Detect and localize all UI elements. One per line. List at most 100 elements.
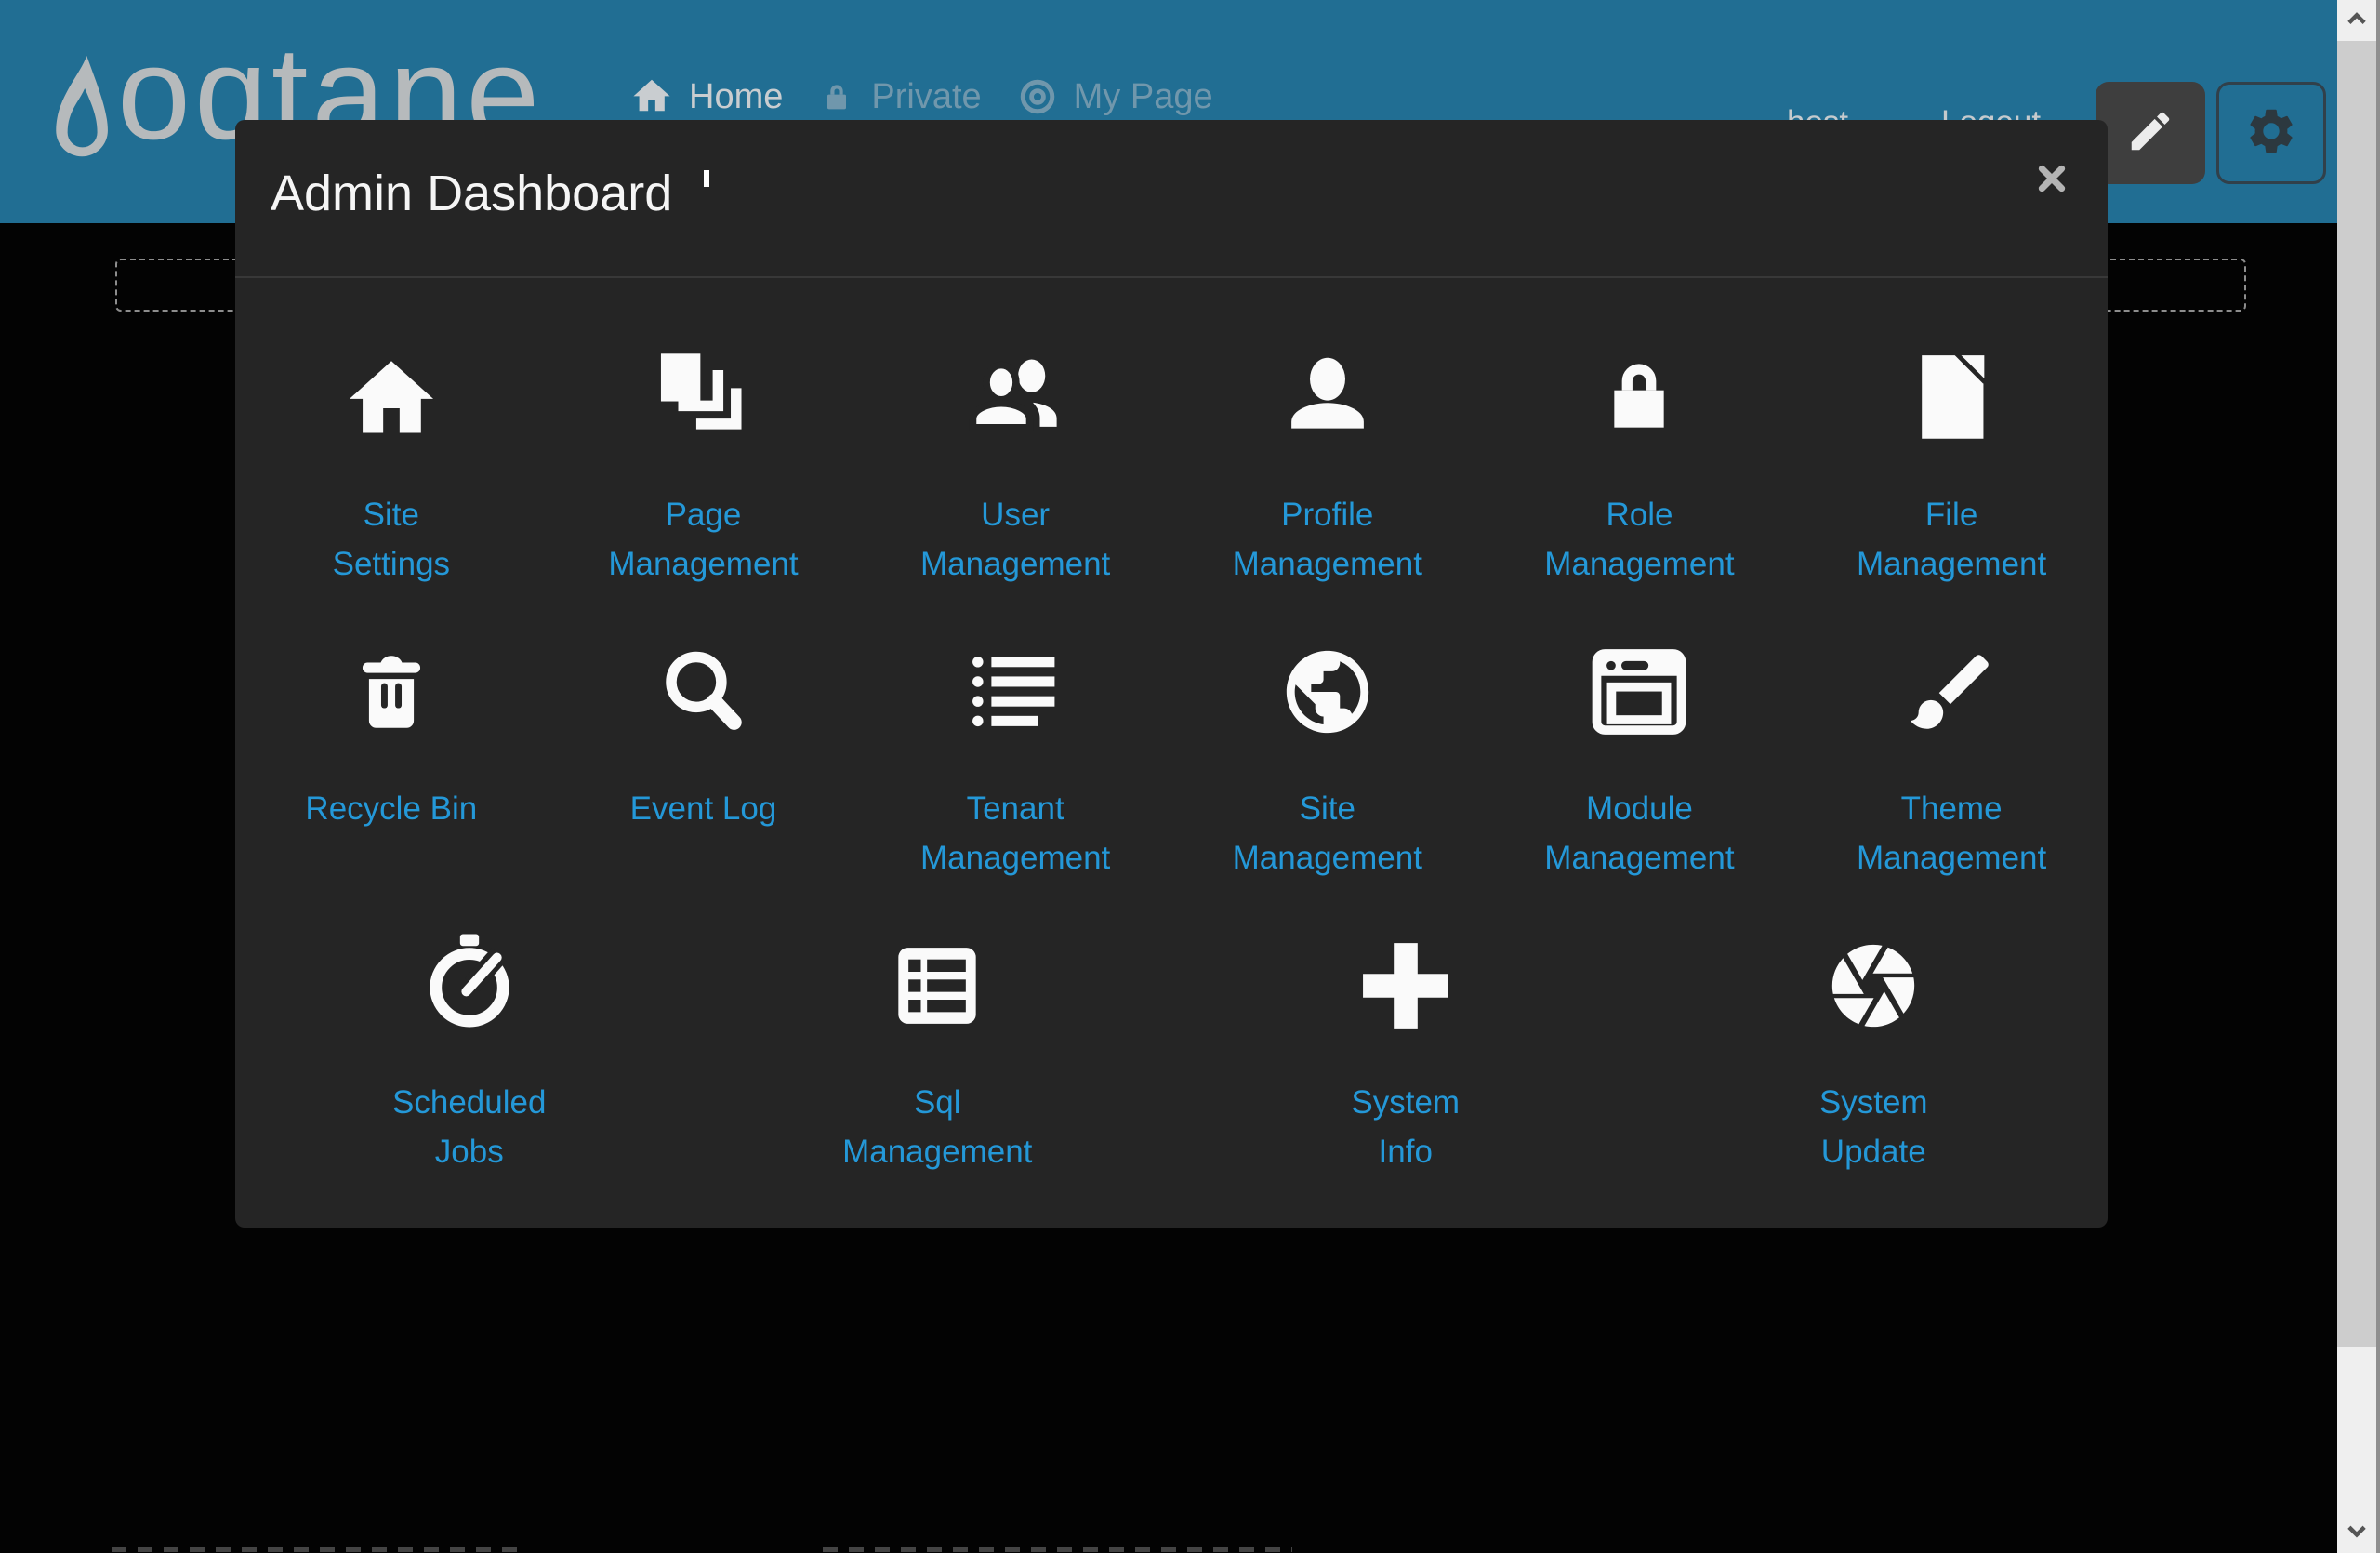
tile-label-line: Site xyxy=(333,490,450,539)
page-settings-button[interactable] xyxy=(2216,82,2326,184)
admin-tile-profile-management[interactable]: ProfileManagement xyxy=(1171,349,1484,589)
tile-label-line: Management xyxy=(920,833,1110,883)
tile-label-line: Module xyxy=(1544,784,1734,833)
nav-item-private[interactable]: Private xyxy=(818,77,981,117)
admin-tile-role-management[interactable]: RoleManagement xyxy=(1484,349,1796,589)
tile-row: Recycle BinEvent LogTenantManagementSite… xyxy=(235,643,2108,883)
tile-label-line: Management xyxy=(920,539,1110,589)
tile-label: PageManagement xyxy=(608,490,798,589)
vertical-scrollbar[interactable] xyxy=(2337,0,2380,1553)
tile-label-line: Info xyxy=(1351,1127,1460,1176)
admin-tile-site-management[interactable]: SiteManagement xyxy=(1171,643,1484,883)
tile-label-line: Management xyxy=(1857,833,2046,883)
admin-tile-file-management[interactable]: FileManagement xyxy=(1795,349,2108,589)
window-icon xyxy=(1590,643,1688,741)
admin-dashboard-modal: Admin Dashboard SiteSettingsPageManageme… xyxy=(235,120,2108,1228)
tile-label-line: Theme xyxy=(1857,784,2046,833)
tile-label-line: Management xyxy=(842,1127,1032,1176)
modal-header: Admin Dashboard xyxy=(235,120,2108,278)
brush-icon xyxy=(1902,643,2001,741)
search-icon xyxy=(654,643,752,741)
tile-label: SystemUpdate xyxy=(1819,1078,1928,1176)
tile-label-line: Page xyxy=(608,490,798,539)
tile-label-line: Recycle Bin xyxy=(305,784,477,833)
plus-icon xyxy=(1356,936,1455,1035)
scroll-up-button[interactable] xyxy=(2337,0,2376,41)
nav-menu: Home Private My Page xyxy=(630,74,1213,117)
tile-label-line: System xyxy=(1819,1078,1928,1127)
tile-label: ScheduledJobs xyxy=(392,1078,546,1176)
tile-label-line: Management xyxy=(1544,833,1734,883)
text-caret xyxy=(704,170,709,187)
admin-tile-page-management[interactable]: PageManagement xyxy=(548,349,860,589)
tile-label-line: Scheduled xyxy=(392,1078,546,1127)
pages-icon xyxy=(654,349,752,447)
gear-icon xyxy=(2244,104,2298,163)
tile-label-line: Sql xyxy=(842,1078,1032,1127)
logo-drop-icon xyxy=(48,56,110,180)
edit-mode-button[interactable] xyxy=(2096,82,2205,184)
tile-label-line: Management xyxy=(1233,833,1422,883)
admin-tile-grid: SiteSettingsPageManagementUserManagement… xyxy=(235,278,2108,1176)
admin-tile-recycle-bin[interactable]: Recycle Bin xyxy=(235,643,548,883)
tile-label: ModuleManagement xyxy=(1544,784,1734,883)
tile-label: SystemInfo xyxy=(1351,1078,1460,1176)
globe-icon xyxy=(1276,643,1379,741)
oqtane-logo[interactable]: oqtane xyxy=(48,56,110,182)
tile-label: ThemeManagement xyxy=(1857,784,2046,883)
nav-lock-icon xyxy=(818,78,855,117)
tile-label: SqlManagement xyxy=(842,1078,1032,1176)
admin-tile-sql-management[interactable]: SqlManagement xyxy=(704,936,1172,1176)
nav-item-label: Private xyxy=(871,77,981,117)
timer-icon xyxy=(420,936,519,1035)
tile-label: Event Log xyxy=(630,784,777,833)
scrollbar-thumb[interactable] xyxy=(2337,41,2376,1347)
tile-label-line: File xyxy=(1857,490,2046,539)
nav-home-icon xyxy=(630,74,673,117)
nav-target-icon xyxy=(1017,76,1058,117)
tile-label: TenantManagement xyxy=(920,784,1110,883)
tile-row: ScheduledJobsSqlManagementSystemInfoSyst… xyxy=(235,936,2108,1176)
pencil-icon xyxy=(2125,106,2175,161)
chevron-down-icon xyxy=(2343,1517,2371,1549)
list-icon xyxy=(963,643,1067,741)
tile-label: SiteManagement xyxy=(1233,784,1422,883)
nav-item-my-page[interactable]: My Page xyxy=(1017,76,1213,117)
admin-tile-system-update[interactable]: SystemUpdate xyxy=(1640,936,2109,1176)
tile-label-line: Update xyxy=(1819,1127,1928,1176)
home-icon xyxy=(342,349,441,447)
nav-item-home[interactable]: Home xyxy=(630,74,783,117)
table-icon xyxy=(891,936,984,1035)
tile-label-line: Tenant xyxy=(920,784,1110,833)
modal-close-button[interactable] xyxy=(2030,157,2074,202)
tile-row: SiteSettingsPageManagementUserManagement… xyxy=(235,349,2108,589)
admin-tile-system-info[interactable]: SystemInfo xyxy=(1171,936,1640,1176)
admin-tile-theme-management[interactable]: ThemeManagement xyxy=(1795,643,2108,883)
tile-label-line: Management xyxy=(1544,539,1734,589)
nav-item-label: Home xyxy=(689,77,783,117)
people-icon xyxy=(964,349,1066,447)
admin-tile-tenant-management[interactable]: TenantManagement xyxy=(859,643,1171,883)
tile-label-line: Role xyxy=(1544,490,1734,539)
tile-label-line: Event Log xyxy=(630,784,777,833)
admin-tile-scheduled-jobs[interactable]: ScheduledJobs xyxy=(235,936,704,1176)
tile-label-line: System xyxy=(1351,1078,1460,1127)
admin-tile-module-management[interactable]: ModuleManagement xyxy=(1484,643,1796,883)
nav-item-label: My Page xyxy=(1074,77,1213,117)
tile-label-line: Management xyxy=(1233,539,1422,589)
tile-label-line: Profile xyxy=(1233,490,1422,539)
file-icon xyxy=(1902,349,2001,447)
tile-label: Recycle Bin xyxy=(305,784,477,833)
tile-label: RoleManagement xyxy=(1544,490,1734,589)
admin-tile-event-log[interactable]: Event Log xyxy=(548,643,860,883)
scroll-down-button[interactable] xyxy=(2337,1512,2376,1553)
tile-label: ProfileManagement xyxy=(1233,490,1422,589)
tile-label-line: Jobs xyxy=(392,1127,546,1176)
tile-label: SiteSettings xyxy=(333,490,450,589)
clipped-footer-fragment xyxy=(823,1547,1292,1552)
tile-label: FileManagement xyxy=(1857,490,2046,589)
trash-icon xyxy=(346,643,437,741)
admin-tile-user-management[interactable]: UserManagement xyxy=(859,349,1171,589)
lock-icon xyxy=(1593,349,1686,447)
admin-tile-site-settings[interactable]: SiteSettings xyxy=(235,349,548,589)
